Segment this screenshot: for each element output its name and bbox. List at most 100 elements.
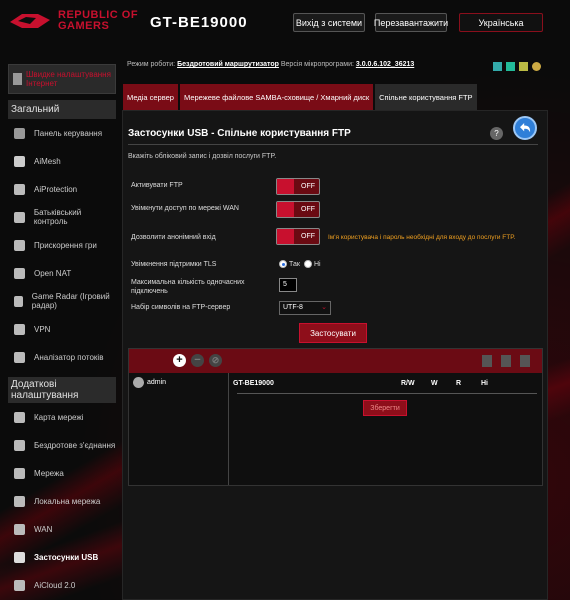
remove-account-icon[interactable]: − [191, 354, 204, 367]
tab-1[interactable]: Мережеве файлове SAMBA-сховище / Хмарний… [179, 84, 374, 110]
network-icon [14, 467, 25, 479]
shield-icon [14, 183, 25, 195]
user-item[interactable]: admin [133, 377, 166, 388]
quick-setup-button[interactable]: Швидке налаштування Інтернет [8, 64, 116, 94]
map-icon [14, 411, 25, 423]
security-status-icon[interactable] [519, 62, 528, 71]
settings-status-icon[interactable] [532, 62, 541, 71]
sidebar-item-label: Аналізатор потоків [34, 352, 104, 362]
usb-icon [14, 551, 25, 563]
sidebar-item-usb[interactable]: Застосунки USB [8, 543, 116, 571]
section-advanced: Додаткові налаштування [8, 377, 116, 403]
sidebar-item-label: Панель керування [34, 128, 103, 138]
logout-button[interactable]: Вихід з системи [293, 13, 365, 32]
help-icon[interactable]: ? [490, 127, 503, 140]
sidebar-item-nat[interactable]: Open NAT [8, 259, 116, 287]
toggle-off-text: OFF [301, 206, 315, 213]
vpn-icon [14, 323, 25, 335]
folder-add-icon[interactable] [482, 355, 492, 367]
usb-status-icon[interactable] [506, 62, 515, 71]
user-avatar-icon [133, 377, 144, 388]
page-title: Застосунки USB - Спільне користування FT… [128, 128, 351, 139]
edit-account-icon[interactable]: ⊘ [209, 354, 222, 367]
sidebar-item-map[interactable]: Карта мережі [8, 403, 116, 431]
wireless-icon [14, 439, 25, 451]
radar-icon [14, 295, 23, 307]
chevron-down-icon: ⌄ [321, 304, 327, 311]
charset-label: Набір символів на FTP-сервер [131, 304, 231, 311]
sidebar-item-parental[interactable]: Батьківський контроль [8, 203, 116, 231]
sidebar-item-radar[interactable]: Game Radar (Ігровий радар) [8, 287, 116, 315]
charset-select[interactable]: UTF-8 ⌄ [279, 301, 331, 315]
fw-value-link[interactable]: 3.0.0.6.102_36213 [356, 61, 414, 68]
sidebar-item-lan[interactable]: Локальна мережа [8, 487, 116, 515]
top-header: REPUBLIC OF GAMERS GT-BE19000 Вихід з си… [0, 0, 570, 48]
sidebar-item-vpn[interactable]: VPN [8, 315, 116, 343]
wan-access-toggle[interactable]: OFF [276, 201, 320, 218]
mode-value-link[interactable]: Бездротовий маршрутизатор [177, 61, 279, 68]
page-description: Вкажіть обліковий запис і дозвіл послуги… [128, 153, 277, 160]
reboot-button[interactable]: Перезавантажити [374, 13, 448, 32]
traffic-icon [14, 351, 25, 363]
tls-no-label: Ні [314, 260, 321, 268]
anonymous-toggle[interactable]: OFF [276, 228, 320, 245]
charset-value: UTF-8 [283, 304, 303, 311]
status-icons [493, 62, 541, 71]
sidebar-item-label: Застосунки USB [34, 552, 99, 562]
sidebar-item-label: Локальна мережа [34, 496, 101, 506]
wan-access-label: Увімкнути доступ по мережі WAN [131, 205, 239, 212]
sidebar-item-label: Батьківський контроль [33, 208, 82, 226]
tab-bar: Медіа сервер Мережеве файлове SAMBA-схови… [123, 84, 479, 110]
apply-button[interactable]: Застосувати [299, 323, 367, 343]
sidebar-item-rocket[interactable]: Прискорення гри [8, 231, 116, 259]
wan-icon [14, 523, 25, 535]
sidebar-item-label: Карта мережі [34, 412, 84, 422]
tab-0[interactable]: Медіа сервер [123, 84, 178, 110]
perm-none-header: Ні [481, 380, 488, 387]
tls-label: Увімкнення підтримки TLS [131, 261, 217, 268]
rocket-icon [14, 239, 25, 251]
sidebar-item-label: Мережа [34, 468, 64, 478]
sidebar-item-shield[interactable]: AiProtection [8, 175, 116, 203]
enable-ftp-toggle[interactable]: OFF [276, 178, 320, 195]
max-conn-input[interactable]: 5 [279, 278, 297, 292]
status-bar: Режим роботи: Бездротовий маршрутизатор … [127, 61, 414, 68]
sidebar-item-label: AiProtection [34, 184, 78, 194]
folder-remove-icon[interactable] [501, 355, 511, 367]
sidebar-item-label: Game Radar (Ігровий радар) [31, 292, 110, 310]
cloud-icon [14, 579, 25, 591]
sidebar-item-cloud[interactable]: AiCloud 2.0 [8, 571, 116, 599]
quick-setup-label: Швидке налаштування Інтернет [26, 70, 111, 88]
accounts-table: + − ⊘ admin GT-BE19000 R/W W R Ні Зберег… [128, 348, 543, 486]
anonymous-hint: Ім'я користувача і пароль необхідні для … [328, 234, 516, 241]
quick-setup-icon [13, 73, 23, 85]
perm-w-header: W [431, 380, 438, 387]
user-name: admin [147, 379, 167, 386]
brand-line-2: GAMERS [58, 20, 110, 32]
back-arrow-icon[interactable] [513, 116, 537, 140]
sidebar-item-label: VPN [34, 324, 51, 334]
sidebar-item-wireless[interactable]: Бездротове з'єднання [8, 431, 116, 459]
toggle-off-text: OFF [301, 183, 315, 190]
folder-edit-icon[interactable] [520, 355, 530, 367]
language-select[interactable]: Українська [459, 13, 543, 32]
internet-status-icon[interactable] [493, 62, 502, 71]
sidebar-item-wan[interactable]: WAN [8, 515, 116, 543]
users-column: admin [129, 373, 229, 485]
sidebar-item-label: WAN [34, 524, 53, 534]
share-divider [237, 393, 537, 394]
model-name: GT-BE19000 [150, 14, 248, 31]
save-button[interactable]: Зберегти [363, 400, 407, 416]
perm-rw-header: R/W [401, 380, 415, 387]
sidebar-item-dashboard[interactable]: Панель керування [8, 119, 116, 147]
rog-eye-icon [10, 14, 50, 28]
tab-2[interactable]: Спільне користування FTP [375, 84, 477, 110]
add-account-icon[interactable]: + [173, 354, 186, 367]
tls-no-radio[interactable]: Ні [304, 260, 321, 268]
sidebar-item-network[interactable]: Мережа [8, 459, 116, 487]
sidebar-item-label: AiCloud 2.0 [34, 580, 76, 590]
enable-ftp-label: Активувати FTP [131, 182, 183, 189]
tls-yes-radio[interactable]: Так [279, 260, 300, 268]
sidebar-item-mesh[interactable]: AiMesh [8, 147, 116, 175]
sidebar-item-traffic[interactable]: Аналізатор потоків [8, 343, 116, 371]
